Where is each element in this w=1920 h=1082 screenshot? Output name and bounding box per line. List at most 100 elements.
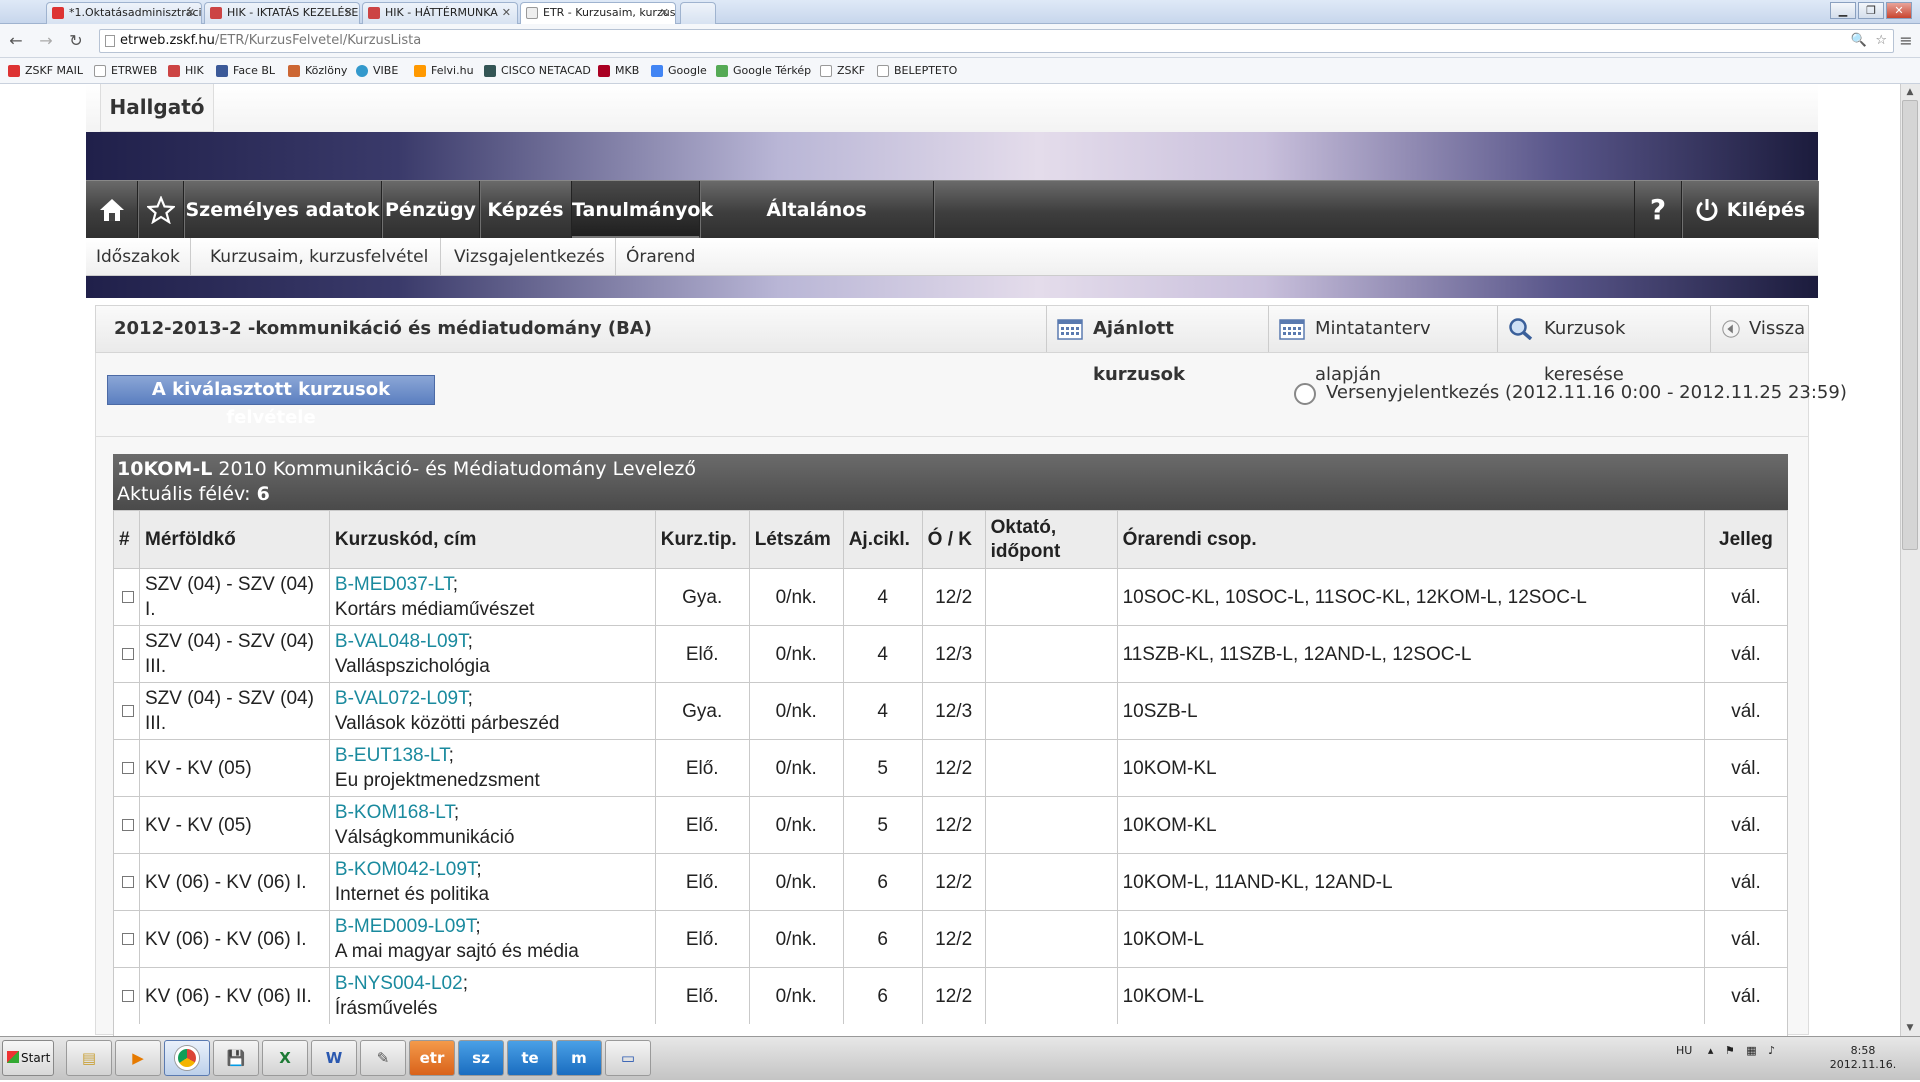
start-button[interactable]: Start xyxy=(2,1040,54,1076)
tray-arrow-icon[interactable]: ▴ xyxy=(1708,1044,1714,1057)
calendar-icon xyxy=(1057,319,1083,340)
bookmark-item[interactable]: VIBE xyxy=(356,63,398,79)
excel-icon[interactable]: X xyxy=(262,1040,308,1076)
bookmark-item[interactable]: Face BL xyxy=(216,63,275,79)
etr-icon[interactable]: etr xyxy=(409,1040,455,1076)
row-checkbox[interactable] xyxy=(122,590,134,603)
bookmark-label: BELEPTETO xyxy=(894,64,958,77)
kozlony-icon xyxy=(288,65,300,77)
nav-penzugy[interactable]: Pénzügy xyxy=(382,181,480,239)
subnav-vizsgajelentkezes[interactable]: Vizsgajelentkezés xyxy=(444,238,616,276)
te-icon[interactable]: te xyxy=(507,1040,553,1076)
row-checkbox[interactable] xyxy=(122,932,134,945)
bookmark-item[interactable]: Google xyxy=(651,63,707,79)
row-checkbox[interactable] xyxy=(122,647,134,660)
nav-tanulmanyok[interactable]: Tanulmányok xyxy=(572,181,713,239)
row-checkbox[interactable] xyxy=(122,818,134,831)
bookmark-item[interactable]: Google Térkép xyxy=(716,63,811,79)
course-code-link[interactable]: B-NYS004-L02 xyxy=(335,973,463,994)
browser-tab-4[interactable]: ETR - Kurzusaim, kurzusfelvé ✕ xyxy=(520,2,676,24)
nav-szemelyes-adatok[interactable]: Személyes adatok xyxy=(184,181,382,239)
nav-altalanos-informaciok[interactable]: Általános információk xyxy=(700,181,934,279)
bookmark-item[interactable]: ZSKF xyxy=(820,63,865,79)
back-button[interactable]: Vissza xyxy=(1710,306,1810,352)
taskbar-clock[interactable]: 8:58 2012.11.16. xyxy=(1828,1044,1898,1072)
browser-tab-3[interactable]: HIK - HÁTTÉRMUNKA ✕ xyxy=(362,2,518,24)
browser-tab-2[interactable]: HIK - IKTATÁS KEZELÉSE ✕ xyxy=(204,2,360,24)
start-label: Start xyxy=(21,1051,51,1065)
row-checkbox[interactable] xyxy=(122,761,134,774)
close-window-button[interactable]: ✕ xyxy=(1886,2,1912,19)
course-code-link[interactable]: B-KOM042-L09T xyxy=(335,859,477,880)
page-icon xyxy=(877,65,889,77)
row-checkbox[interactable] xyxy=(122,989,134,1002)
role-tab[interactable]: Hallgató xyxy=(100,84,214,132)
back-icon[interactable]: ← xyxy=(6,31,26,51)
desktop-icon[interactable]: ▭ xyxy=(605,1040,651,1076)
bookmark-item[interactable]: Közlöny xyxy=(288,63,347,79)
scroll-down-icon[interactable]: ▼ xyxy=(1903,1022,1917,1034)
minimize-button[interactable]: ▁ xyxy=(1830,2,1856,19)
scroll-up-icon[interactable]: ▲ xyxy=(1903,86,1917,98)
sz-icon[interactable]: sz xyxy=(458,1040,504,1076)
help-button[interactable]: ? xyxy=(1634,181,1682,239)
bookmark-item[interactable]: CISCO NETACAD xyxy=(484,63,591,79)
browser-tab-1[interactable]: *1.Oktatásadminisztráció/IKT ✕ xyxy=(46,2,202,24)
volume-icon[interactable]: ♪ xyxy=(1768,1044,1775,1057)
network-icon[interactable]: ▦ xyxy=(1746,1044,1756,1057)
close-icon[interactable]: ✕ xyxy=(344,3,353,23)
bookmark-item[interactable]: ETRWEB xyxy=(94,63,157,79)
close-icon[interactable]: ✕ xyxy=(502,3,511,23)
course-code-link[interactable]: B-VAL048-L09T xyxy=(335,631,468,652)
search-courses-button[interactable]: Kurzusok keresése xyxy=(1497,306,1710,385)
logout-button[interactable]: Kilépés xyxy=(1682,181,1818,239)
media-player-icon[interactable]: ▶ xyxy=(115,1040,161,1076)
milestone-cell: KV (06) - KV (06) I. xyxy=(139,910,330,968)
course-code-link[interactable]: B-MED037-LT xyxy=(335,574,453,595)
subnav-kurzusaim[interactable]: Kurzusaim, kurzusfelvétel xyxy=(198,238,442,276)
m-icon[interactable]: m xyxy=(556,1040,602,1076)
bookmark-item[interactable]: HIK xyxy=(168,63,204,79)
bookmark-item[interactable]: Felvi.hu xyxy=(414,63,474,79)
subnav-idoszakok[interactable]: Időszakok xyxy=(86,238,191,276)
template-courses-button[interactable]: Mintatanterv alapján xyxy=(1268,306,1497,385)
course-code-link[interactable]: B-VAL072-L09T xyxy=(335,688,468,709)
header-banner xyxy=(86,132,1818,180)
recommended-courses-button[interactable]: Ajánlott kurzusok xyxy=(1046,306,1268,385)
bookmark-label: VIBE xyxy=(373,64,399,77)
tools-icon[interactable]: ✎ xyxy=(360,1040,406,1076)
url-field[interactable]: etrweb.zskf.hu/ETR/KurzusFelvetel/Kurzus… xyxy=(99,29,1894,53)
menu-icon[interactable]: ≡ xyxy=(1896,31,1916,51)
home-button[interactable] xyxy=(86,181,138,239)
nav-kepzes[interactable]: Képzés xyxy=(480,181,572,239)
word-icon[interactable]: W xyxy=(311,1040,357,1076)
subnav-orarend[interactable]: Órarend xyxy=(616,238,705,276)
close-icon[interactable]: ✕ xyxy=(186,3,195,23)
forward-icon[interactable]: → xyxy=(36,31,56,51)
reload-icon[interactable]: ↻ xyxy=(66,31,86,51)
bookmark-label: Közlöny xyxy=(305,64,348,77)
chrome-icon[interactable] xyxy=(164,1040,210,1076)
close-icon[interactable]: ✕ xyxy=(660,3,669,23)
scrollbar-thumb[interactable] xyxy=(1902,100,1918,550)
course-code-link[interactable]: B-KOM168-LT xyxy=(335,802,454,823)
course-code-link[interactable]: B-EUT138-LT xyxy=(335,745,449,766)
language-indicator[interactable]: HU xyxy=(1676,1044,1692,1057)
row-checkbox[interactable] xyxy=(122,704,134,717)
flag-icon[interactable]: ⚑ xyxy=(1725,1044,1735,1057)
maximize-button[interactable]: ❐ xyxy=(1858,2,1884,19)
bookmark-item[interactable]: BELEPTETO xyxy=(877,63,957,79)
zoom-icon[interactable]: 🔍 xyxy=(1851,30,1867,52)
row-checkbox[interactable] xyxy=(122,875,134,888)
calendar-icon xyxy=(1279,319,1305,340)
favorites-button[interactable] xyxy=(138,181,184,239)
new-tab-button[interactable] xyxy=(680,2,716,24)
course-code-link[interactable]: B-MED009-L09T xyxy=(335,916,475,937)
power-icon xyxy=(1696,199,1718,221)
submit-selected-courses-button[interactable]: A kiválasztott kurzusok felvétele xyxy=(107,375,435,428)
bookmark-item[interactable]: MKB xyxy=(598,63,639,79)
star-icon[interactable]: ☆ xyxy=(1875,30,1887,52)
save-icon[interactable]: 💾 xyxy=(213,1040,259,1076)
bookmark-item[interactable]: ZSKF MAIL xyxy=(8,63,83,79)
explorer-icon[interactable]: ▤ xyxy=(66,1040,112,1076)
